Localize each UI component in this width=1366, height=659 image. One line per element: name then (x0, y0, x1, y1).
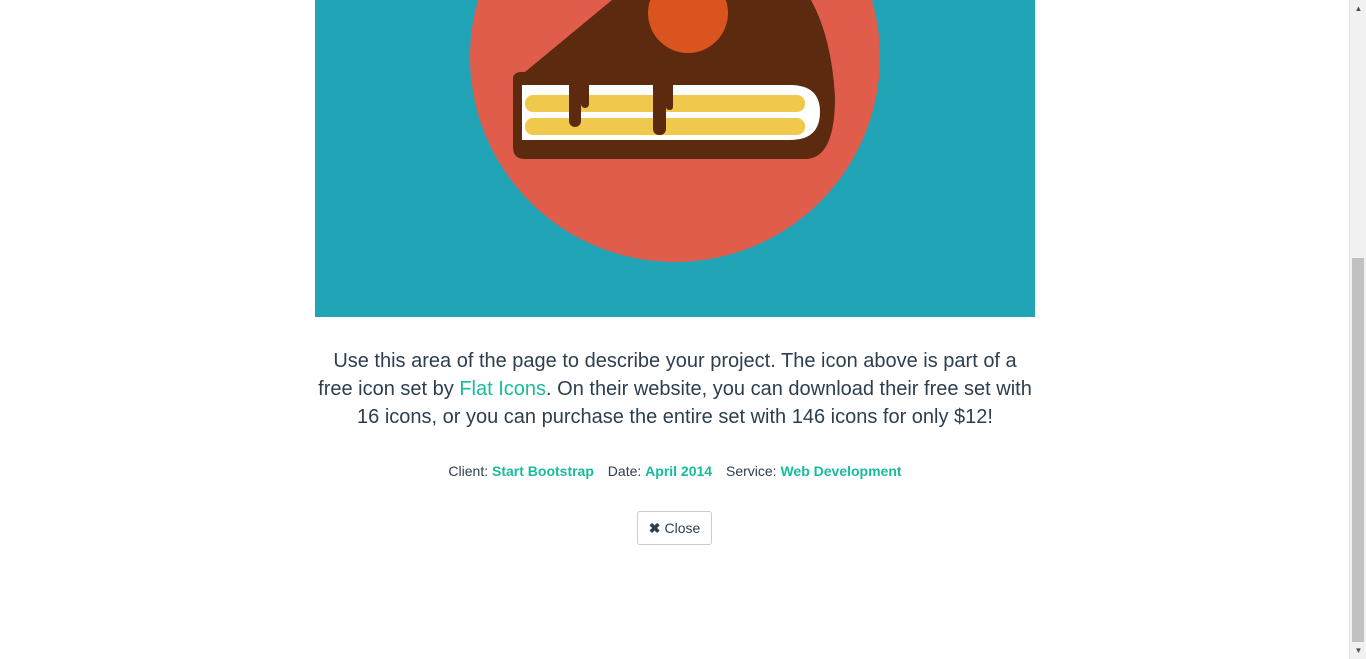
service-label: Service: (725, 463, 777, 479)
arrow-up-icon[interactable]: ▲ (1350, 0, 1366, 17)
chocolate-drip-2 (581, 72, 589, 108)
client-meta: Client: Start Bootstrap (448, 463, 593, 479)
project-description: Use this area of the page to describe yo… (315, 347, 1035, 431)
date-meta: Date: April 2014 (608, 463, 712, 479)
times-icon: ✖ (648, 520, 661, 536)
chocolate-drip-3 (653, 72, 666, 135)
vertical-scrollbar[interactable]: ▲ ▼ (1349, 0, 1366, 659)
chocolate-drip-1 (569, 72, 581, 127)
project-meta: Client: Start Bootstrap Date: April 2014… (315, 462, 1035, 480)
service-link[interactable]: Web Development (780, 463, 901, 479)
date-link[interactable]: April 2014 (645, 463, 712, 479)
client-link[interactable]: Start Bootstrap (492, 463, 594, 479)
portfolio-modal: Use this area of the page to describe yo… (0, 0, 1349, 659)
chocolate-drip-4 (666, 72, 673, 110)
date-label: Date: (607, 463, 642, 479)
flat-icons-link[interactable]: Flat Icons (459, 378, 546, 400)
close-button-label: Close (664, 520, 701, 536)
scrollbar-thumb[interactable] (1352, 258, 1364, 642)
cake-project-image (315, 0, 1035, 317)
close-button[interactable]: ✖ Close (637, 511, 712, 545)
service-meta: Service: Web Development (726, 463, 902, 479)
client-label: Client: (448, 463, 489, 479)
arrow-down-icon[interactable]: ▼ (1350, 642, 1366, 659)
